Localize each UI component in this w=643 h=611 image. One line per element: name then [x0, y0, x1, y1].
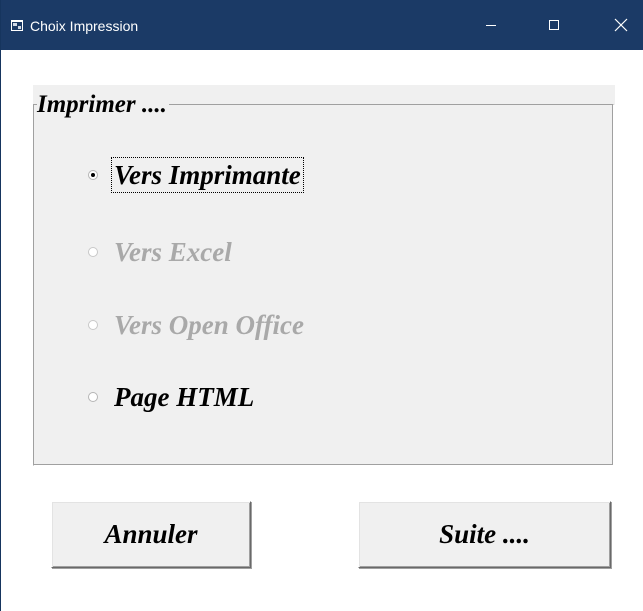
radio-label: Vers Open Office [114, 310, 304, 340]
title-bar[interactable]: Choix Impression [1, 0, 643, 50]
radio-button [88, 247, 98, 257]
radio-button[interactable] [88, 392, 98, 402]
radio-button [88, 320, 98, 330]
radio-vers-imprimante[interactable]: Vers Imprimante [88, 155, 304, 195]
dialog-window: Choix Impression Imprimer .... Vers Impr… [0, 0, 643, 611]
cancel-button[interactable]: Annuler [51, 501, 251, 568]
radio-vers-excel: Vers Excel [88, 232, 234, 272]
radio-label: Vers Excel [114, 237, 232, 267]
close-button[interactable] [599, 0, 643, 50]
app-icon [11, 20, 23, 31]
window-title: Choix Impression [30, 18, 139, 34]
minimize-button[interactable] [469, 0, 513, 50]
radio-button-checked[interactable] [88, 170, 98, 180]
frame-caption: Imprimer .... [37, 90, 169, 120]
radio-vers-open-office: Vers Open Office [88, 305, 306, 345]
radio-label[interactable]: Vers Imprimante [111, 157, 304, 193]
radio-label[interactable]: Page HTML [112, 380, 256, 414]
maximize-icon [549, 20, 559, 30]
radio-page-html[interactable]: Page HTML [88, 377, 256, 417]
close-icon [614, 18, 628, 32]
next-button[interactable]: Suite .... [358, 501, 611, 568]
maximize-button[interactable] [532, 0, 576, 50]
minimize-icon [486, 25, 496, 26]
dialog-client-area: Imprimer .... Vers Imprimante Vers Excel… [2, 50, 643, 611]
